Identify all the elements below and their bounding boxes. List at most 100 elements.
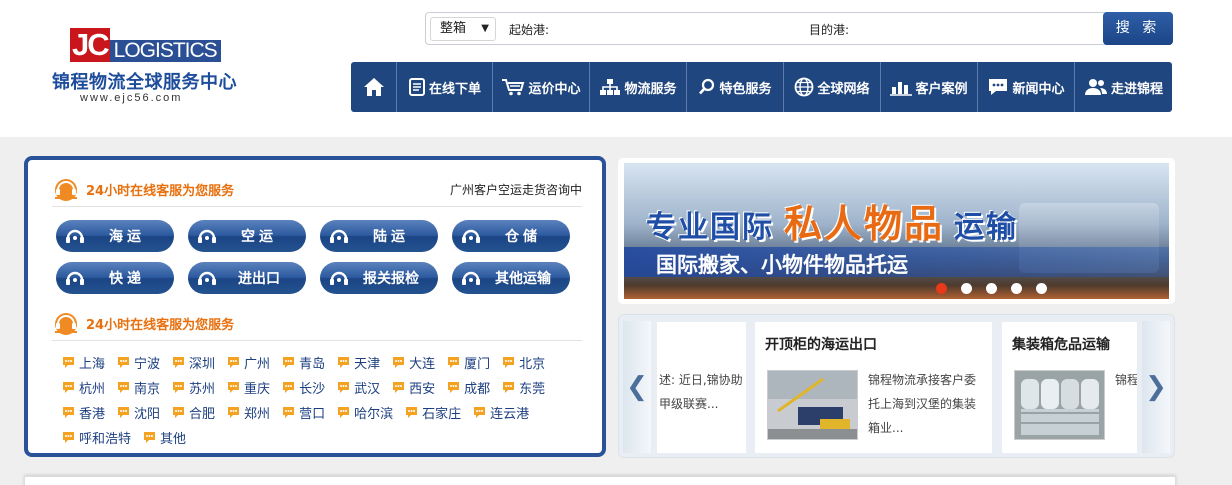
banner-dot[interactable] (961, 283, 972, 294)
service-button-air[interactable]: 空运 (188, 220, 306, 252)
chat-bubble-icon (228, 407, 240, 418)
city-link[interactable]: 武汉 (337, 378, 380, 397)
nav-global-network[interactable]: 全球网络 (784, 62, 881, 112)
city-link[interactable]: 成都 (447, 378, 490, 397)
nav-label: 走进锦程 (1110, 81, 1163, 97)
city-link[interactable]: 上海 (62, 353, 105, 372)
destination-port-input[interactable] (866, 17, 1096, 41)
banner-dot[interactable] (1036, 283, 1047, 294)
city-link[interactable]: 南京 (117, 378, 160, 397)
city-name: 呼和浩特 (79, 432, 132, 447)
city-link[interactable]: 营口 (282, 403, 325, 422)
city-link[interactable]: 长沙 (282, 378, 325, 397)
chat-bubble-icon (338, 407, 350, 418)
nav-label: 特色服务 (719, 81, 772, 97)
nav-label: 全球网络 (817, 81, 870, 97)
city-link[interactable]: 连云港 (473, 403, 529, 422)
search-button[interactable]: 搜 索 (1103, 12, 1173, 45)
chat-bubble-icon (173, 382, 185, 393)
city-name: 连云港 (490, 407, 530, 422)
globe-icon (795, 77, 814, 97)
city-link[interactable]: 深圳 (172, 353, 215, 372)
news-card-partial[interactable]: 述: 近日,锦协助甲级联赛... (657, 322, 746, 453)
chat-icon (989, 79, 1008, 95)
city-name: 东莞 (519, 382, 546, 397)
service-notice[interactable]: 广州客户空运走货咨询中 (450, 181, 582, 198)
city-link[interactable]: 杭州 (62, 378, 105, 397)
city-link[interactable]: 石家庄 (405, 403, 461, 422)
users-icon (1084, 79, 1107, 95)
origin-port-input[interactable] (566, 17, 796, 41)
banner-dot[interactable] (1011, 283, 1022, 294)
chat-bubble-icon (63, 407, 74, 418)
chat-bubble-icon (448, 382, 460, 393)
city-link[interactable]: 沈阳 (117, 403, 160, 422)
carousel-next-icon[interactable]: ❯ (1142, 321, 1170, 453)
city-link[interactable]: 哈尔滨 (337, 403, 393, 422)
banner-carousel[interactable]: 专业国际 私人物品 运输 国际搬家、小物件物品托运 (618, 158, 1175, 304)
city-link[interactable]: 天津 (337, 353, 380, 372)
city-name: 深圳 (189, 357, 216, 372)
chat-bubble-icon (118, 407, 130, 418)
news-card-thumbnail[interactable] (1014, 370, 1105, 440)
chat-bubble-icon (338, 357, 350, 368)
banner-headline-c: 运输 (954, 210, 1019, 245)
logo-logistics: LOGISTICS (109, 40, 221, 62)
container-type-select[interactable]: 整箱 ▼ (430, 17, 496, 41)
nav-customer-cases[interactable]: 客户案例 (881, 62, 978, 112)
nav-special-services[interactable]: 特色服务 (687, 62, 784, 112)
service-button-sea[interactable]: 海运 (56, 220, 174, 252)
city-link[interactable]: 东莞 (502, 378, 545, 397)
city-link[interactable]: 郑州 (227, 403, 270, 422)
nav-logistics-services[interactable]: 物流服务 (590, 62, 687, 112)
banner-dot[interactable] (936, 283, 947, 294)
nav-home[interactable] (351, 62, 397, 112)
logo-mark: JC LOGISTICS (70, 28, 221, 62)
nav-label: 在线下单 (428, 81, 481, 97)
nav-news-center[interactable]: 新闻中心 (978, 62, 1075, 112)
city-link[interactable]: 苏州 (172, 378, 215, 397)
service-button-import-export[interactable]: 进出口 (188, 262, 306, 294)
nav-about-us[interactable]: 走进锦程 (1075, 62, 1172, 112)
city-row: 杭州 南京 苏州 重庆 长沙 武汉 西安 成都 东莞 (62, 375, 592, 400)
city-link[interactable]: 呼和浩特 (62, 428, 131, 447)
carousel-prev-icon[interactable]: ❮ (623, 321, 651, 453)
city-name: 大连 (409, 357, 436, 372)
service-header: 24小时在线客服为您服务 (52, 176, 234, 202)
cart-icon (502, 79, 525, 96)
city-link[interactable]: 重庆 (227, 378, 270, 397)
service-button-other[interactable]: 其他运输 (452, 262, 570, 294)
city-service-header: 24小时在线客服为您服务 (52, 310, 234, 336)
nav-freight-center[interactable]: 运价中心 (493, 62, 590, 112)
news-card[interactable]: 集装箱危品运输 锦程物销售队,我 (1002, 322, 1137, 453)
banner-image[interactable]: 专业国际 私人物品 运输 国际搬家、小物件物品托运 (624, 163, 1169, 299)
chat-bubble-icon (173, 407, 185, 418)
news-card-thumbnail[interactable] (767, 370, 858, 440)
chat-bubble-icon (448, 357, 460, 368)
service-label: 快递 (109, 271, 145, 287)
city-link[interactable]: 西安 (392, 378, 435, 397)
service-button-express[interactable]: 快递 (56, 262, 174, 294)
city-link[interactable]: 宁波 (117, 353, 160, 372)
city-link[interactable]: 厦门 (447, 353, 490, 372)
city-link[interactable]: 广州 (227, 353, 270, 372)
city-link[interactable]: 北京 (502, 353, 545, 372)
city-name: 长沙 (299, 382, 326, 397)
chat-bubble-icon (503, 357, 515, 368)
news-card[interactable]: 开顶柜的海运出口 锦程物流承接客户委托上海到汉堡的集装箱业... (755, 322, 992, 453)
city-link[interactable]: 合肥 (172, 403, 215, 422)
nav-label: 新闻中心 (1012, 81, 1065, 97)
container-type-value: 整箱 (440, 21, 467, 36)
city-link[interactable]: 青岛 (282, 353, 325, 372)
service-label: 空运 (241, 229, 277, 245)
city-row: 香港 沈阳 合肥 郑州 营口 哈尔滨 石家庄 连云港 (62, 400, 592, 425)
banner-dot[interactable] (986, 283, 997, 294)
nav-online-order[interactable]: 在线下单 (397, 62, 493, 112)
service-button-customs[interactable]: 报关报检 (320, 262, 438, 294)
city-link[interactable]: 其他 (143, 428, 186, 447)
city-link[interactable]: 大连 (392, 353, 435, 372)
service-button-land[interactable]: 陆运 (320, 220, 438, 252)
service-button-warehouse[interactable]: 仓储 (452, 220, 570, 252)
logo[interactable]: JC LOGISTICS 锦程物流全球服务中心 www.ejc56.com (52, 28, 242, 108)
city-link[interactable]: 香港 (62, 403, 105, 422)
